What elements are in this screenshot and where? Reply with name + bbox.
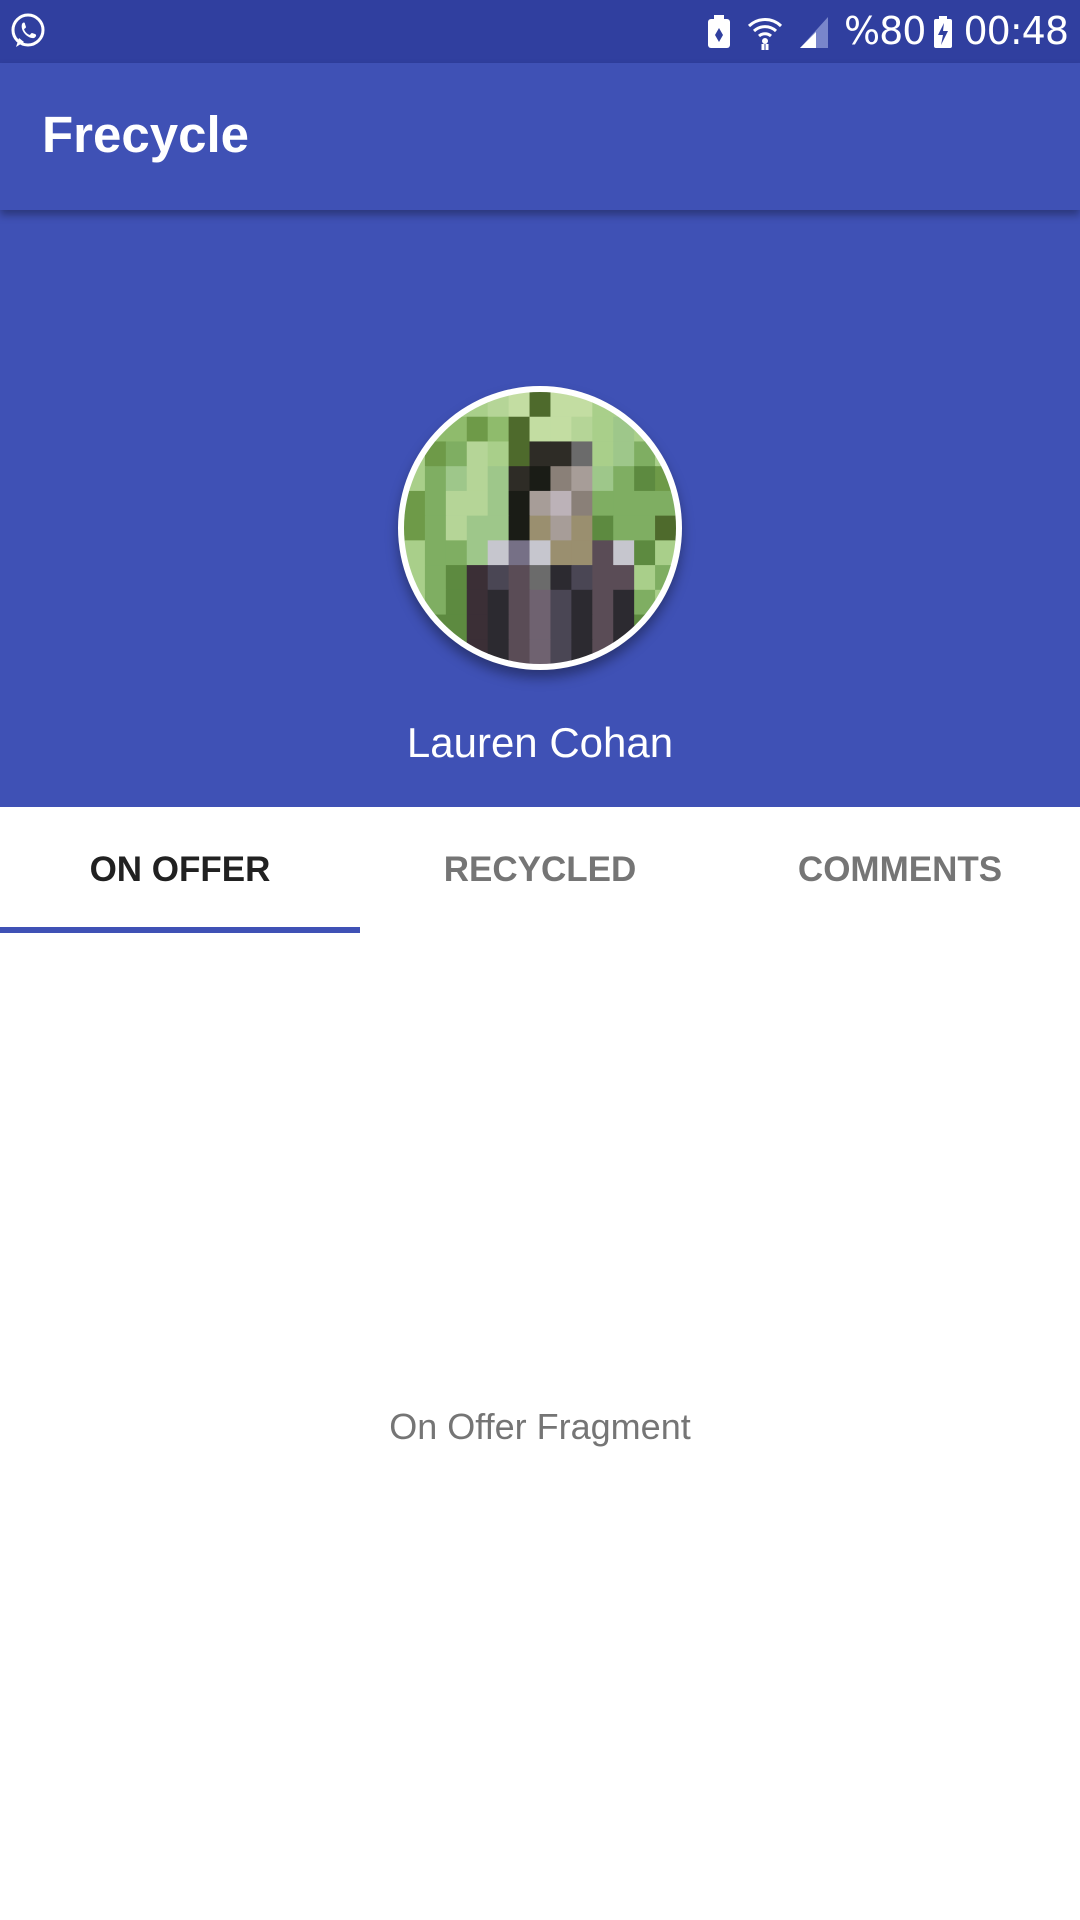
avatar[interactable] [398, 386, 682, 670]
tab-label: RECYCLED [443, 850, 637, 889]
battery-charging-icon [934, 15, 953, 48]
battery-percent: %80 [844, 9, 926, 53]
fragment-placeholder-text: On Offer Fragment [389, 1406, 691, 1447]
battery-saver-icon [708, 14, 731, 48]
app-title: Frecycle [42, 106, 249, 163]
avatar-image [404, 392, 676, 664]
tab-label: COMMENTS [797, 850, 1003, 889]
status-icons: %80 00:48 [706, 0, 1069, 63]
status-bar: %80 00:48 [0, 0, 1080, 63]
profile-header: Lauren Cohan [0, 210, 1080, 807]
cell-signal-icon [800, 16, 829, 48]
tab-comments[interactable]: COMMENTS [720, 807, 1080, 933]
app-bar: Frecycle [0, 63, 1080, 210]
fragment-content: On Offer Fragment [0, 933, 1080, 1920]
tab-recycled[interactable]: RECYCLED [360, 807, 720, 933]
whatsapp-icon [11, 13, 45, 47]
clock: 00:48 [963, 9, 1069, 53]
tab-bar: ON OFFER RECYCLED COMMENTS [0, 807, 1080, 933]
tab-label: ON OFFER [89, 850, 271, 889]
wifi-icon [747, 17, 783, 50]
tab-on-offer[interactable]: ON OFFER [0, 807, 360, 933]
profile-name: Lauren Cohan [406, 719, 674, 766]
